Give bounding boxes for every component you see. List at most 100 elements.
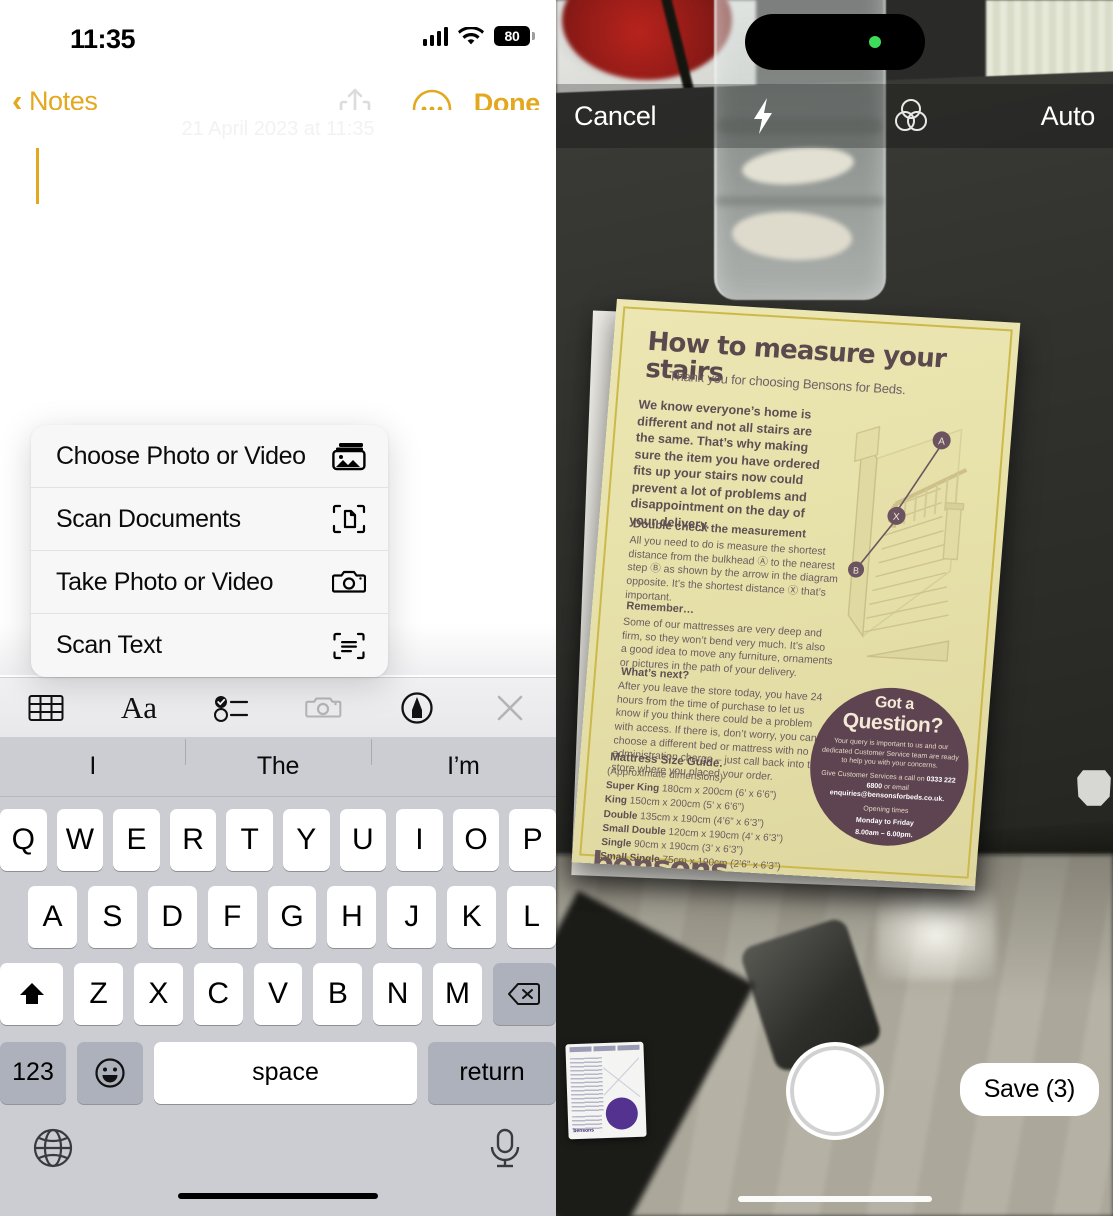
thumbnail-callout-circle: [605, 1096, 639, 1131]
key-v[interactable]: V: [253, 962, 303, 1025]
space-key[interactable]: space: [154, 1041, 417, 1104]
flash-button[interactable]: [746, 96, 780, 136]
text-cursor: [36, 148, 39, 204]
camera-icon: [332, 570, 366, 593]
status-bar-indicators: 80: [422, 26, 535, 46]
key-s[interactable]: S: [87, 885, 137, 948]
flash-bolt-icon: [754, 98, 772, 134]
capture-mode-button[interactable]: Auto: [1041, 101, 1096, 132]
key-h[interactable]: H: [327, 885, 377, 948]
menu-item-label: Scan Text: [56, 631, 162, 659]
key-b[interactable]: B: [313, 962, 363, 1025]
checklist-button[interactable]: [204, 686, 260, 730]
key-u[interactable]: U: [339, 808, 387, 871]
menu-item-scan-documents[interactable]: Scan Documents: [31, 488, 388, 551]
callout-contact: Give Customer Services a call on 0333 22…: [820, 770, 956, 804]
photo-library-icon: [332, 443, 366, 471]
keyboard-row-3: Z X C V B N M: [0, 955, 556, 1032]
key-x[interactable]: X: [133, 962, 183, 1025]
key-g[interactable]: G: [267, 885, 317, 948]
key-n[interactable]: N: [373, 962, 423, 1025]
shift-key[interactable]: [0, 962, 64, 1025]
return-key[interactable]: return: [428, 1041, 556, 1104]
text-format-aa-icon: Aa: [120, 689, 158, 725]
keyboard-bottom-row: [0, 1111, 556, 1189]
battery-percent: 80: [504, 28, 520, 44]
prediction-1[interactable]: I: [0, 752, 185, 781]
thumbnail-brand: bensons: [573, 1127, 595, 1135]
stairs-diagram-icon: A X B: [847, 425, 968, 662]
menu-item-choose-photo-or-video[interactable]: Choose Photo or Video: [31, 425, 388, 488]
microphone-dictation-icon: [490, 1128, 520, 1167]
menu-item-scan-text[interactable]: Scan Text: [31, 614, 388, 677]
shift-up-arrow-icon: [19, 982, 44, 1004]
battery-icon: 80: [494, 26, 535, 46]
key-q[interactable]: Q: [0, 808, 47, 871]
backspace-delete-icon: [508, 982, 541, 1005]
key-j[interactable]: J: [387, 885, 437, 948]
home-indicator[interactable]: [737, 1196, 932, 1202]
keyboard-row-4: 123 space return: [0, 1034, 556, 1111]
composite-screenshot: 11:35 80 ‹ Notes Done 21 April 2023 at 1…: [0, 0, 1113, 1216]
keyboard-row-2: A S D F G H J K L: [0, 878, 556, 955]
key-w[interactable]: W: [56, 808, 104, 871]
filters-button[interactable]: [890, 95, 932, 137]
menu-item-take-photo-or-video[interactable]: Take Photo or Video: [31, 551, 388, 614]
prediction-3[interactable]: I’m: [370, 739, 556, 781]
status-bar: 11:35 80: [0, 0, 556, 72]
home-indicator[interactable]: [178, 1193, 378, 1199]
camera-active-indicator-dot: [869, 36, 881, 48]
document-scanner-pane: How to measure your stairs Thank you for…: [556, 0, 1113, 1216]
key-c[interactable]: C: [193, 962, 243, 1025]
preview-floor-highlight: [876, 890, 996, 980]
shutter-button[interactable]: [785, 1042, 884, 1140]
markup-pen-icon: [401, 691, 433, 724]
cancel-button[interactable]: Cancel: [574, 101, 657, 132]
globe-language-icon: [33, 1128, 73, 1167]
diagram-marker-x: X: [893, 512, 901, 523]
key-m[interactable]: M: [433, 962, 482, 1025]
on-screen-keyboard[interactable]: I The I’m Q W E R T Y U I O P A S D F G …: [0, 737, 556, 1216]
predictive-text-bar[interactable]: I The I’m: [0, 737, 556, 797]
key-l[interactable]: L: [507, 885, 556, 948]
key-y[interactable]: Y: [282, 808, 330, 871]
prediction-2[interactable]: The: [185, 739, 370, 781]
globe-key[interactable]: [30, 1125, 76, 1176]
diagram-marker-b: B: [853, 565, 860, 575]
attachment-menu[interactable]: Choose Photo or Video Scan Documents Tak…: [31, 425, 388, 677]
key-k[interactable]: K: [447, 885, 497, 948]
status-bar-time: 11:35: [70, 24, 136, 54]
key-t[interactable]: T: [226, 808, 273, 871]
leaflet-intro: We know everyone’s home is different and…: [628, 397, 821, 532]
emoji-key[interactable]: [77, 1041, 143, 1104]
text-format-button[interactable]: Aa: [111, 686, 167, 730]
thumbnail-title-lines: [569, 1044, 640, 1053]
callout-hours-days: Monday to Friday: [855, 816, 915, 828]
save-button[interactable]: Save (3): [959, 1063, 1099, 1116]
key-r[interactable]: R: [169, 808, 217, 871]
thumbnail-diagram: [602, 1055, 641, 1104]
camera-bottom-bar: bensons Save (3): [556, 1030, 1113, 1216]
key-z[interactable]: Z: [74, 962, 123, 1025]
backspace-key[interactable]: [492, 962, 556, 1025]
numbers-key[interactable]: 123: [0, 1041, 66, 1104]
key-p[interactable]: P: [509, 808, 556, 871]
wifi-icon: [458, 26, 484, 44]
key-i[interactable]: I: [396, 808, 443, 871]
key-a[interactable]: A: [28, 885, 77, 948]
color-filters-icon: [895, 99, 927, 131]
menu-item-label: Choose Photo or Video: [56, 441, 306, 470]
key-d[interactable]: D: [147, 885, 197, 948]
dictation-key[interactable]: [484, 1125, 526, 1176]
scan-thumbnail-preview[interactable]: bensons: [565, 1041, 647, 1140]
key-f[interactable]: F: [207, 885, 257, 948]
notes-format-toolbar[interactable]: Aa: [0, 677, 556, 737]
markup-button[interactable]: [389, 686, 445, 730]
key-o[interactable]: O: [452, 808, 500, 871]
key-e[interactable]: E: [113, 808, 160, 871]
scanned-leaflet: How to measure your stairs Thank you for…: [571, 298, 1021, 887]
camera-attach-button[interactable]: [296, 686, 352, 730]
insert-table-button[interactable]: [18, 686, 74, 730]
preview-glass-band-2: [716, 196, 884, 206]
close-toolbar-button[interactable]: [482, 686, 538, 730]
